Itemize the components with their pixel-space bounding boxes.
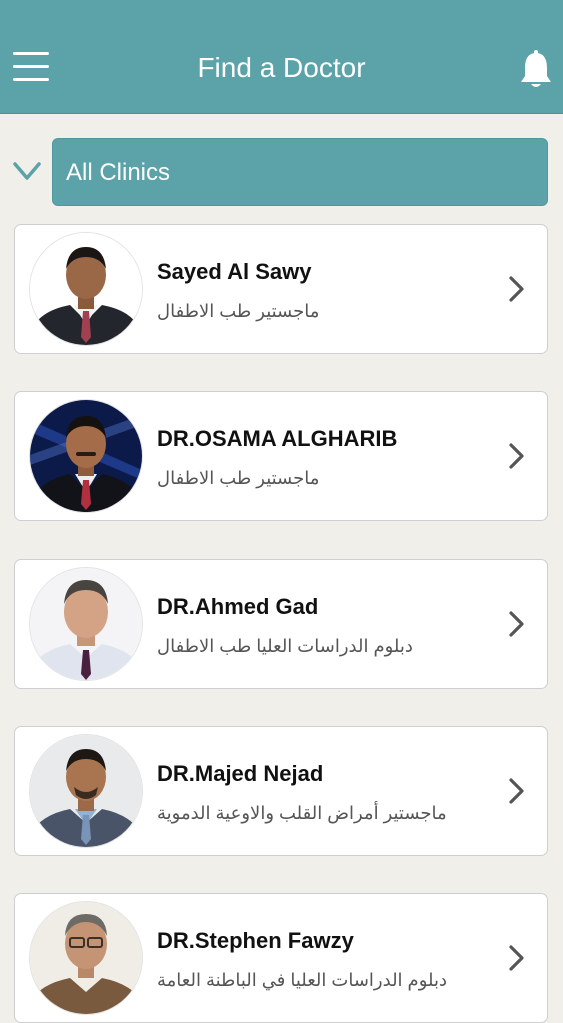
doctor-specialty: دبلوم الدراسات العليا في الباطنة العامة	[157, 970, 447, 990]
doctor-specialty: ماجستير أمراض القلب والاوعية الدموية	[157, 803, 447, 823]
doctor-specialty: ماجستير طب الاطفال	[157, 301, 320, 321]
doctor-card[interactable]: DR.Majed Nejad ماجستير أمراض القلب والاو…	[14, 726, 548, 856]
doctor-card[interactable]: DR.Stephen Fawzy دبلوم الدراسات العليا ف…	[14, 893, 548, 1023]
doctor-photo	[29, 734, 143, 848]
doctor-specialty: دبلوم الدراسات العليا طب الاطفال	[157, 636, 413, 656]
doctor-name: DR.Stephen Fawzy	[157, 928, 354, 953]
doctor-photo	[29, 399, 143, 513]
doctor-name: DR.Majed Nejad	[157, 761, 324, 786]
page-title: Find a Doctor	[197, 52, 366, 83]
doctor-photo	[29, 232, 143, 346]
chevron-down-icon[interactable]	[10, 158, 44, 186]
doctor-specialty: ماجستير طب الاطفال	[157, 468, 320, 488]
chevron-right-icon	[507, 944, 527, 972]
chevron-right-icon	[507, 777, 527, 805]
top-app-bar: Find a Doctor	[0, 0, 563, 114]
doctor-photo	[29, 901, 143, 1015]
bell-icon[interactable]	[518, 48, 554, 90]
doctor-name: Sayed Al Sawy	[157, 259, 312, 284]
doctor-card[interactable]: Sayed Al Sawy ماجستير طب الاطفال	[14, 224, 548, 354]
chevron-right-icon	[507, 275, 527, 303]
doctor-name: DR.OSAMA ALGHARIB	[157, 426, 398, 451]
doctor-name: DR.Ahmed Gad	[157, 594, 319, 619]
clinic-filter-select[interactable]: All Clinics	[52, 138, 548, 206]
chevron-right-icon	[507, 442, 527, 470]
chevron-right-icon	[507, 610, 527, 638]
doctor-card[interactable]: DR.OSAMA ALGHARIB ماجستير طب الاطفال	[14, 391, 548, 521]
doctor-photo	[29, 567, 143, 681]
doctor-card[interactable]: DR.Ahmed Gad دبلوم الدراسات العليا طب ال…	[14, 559, 548, 689]
